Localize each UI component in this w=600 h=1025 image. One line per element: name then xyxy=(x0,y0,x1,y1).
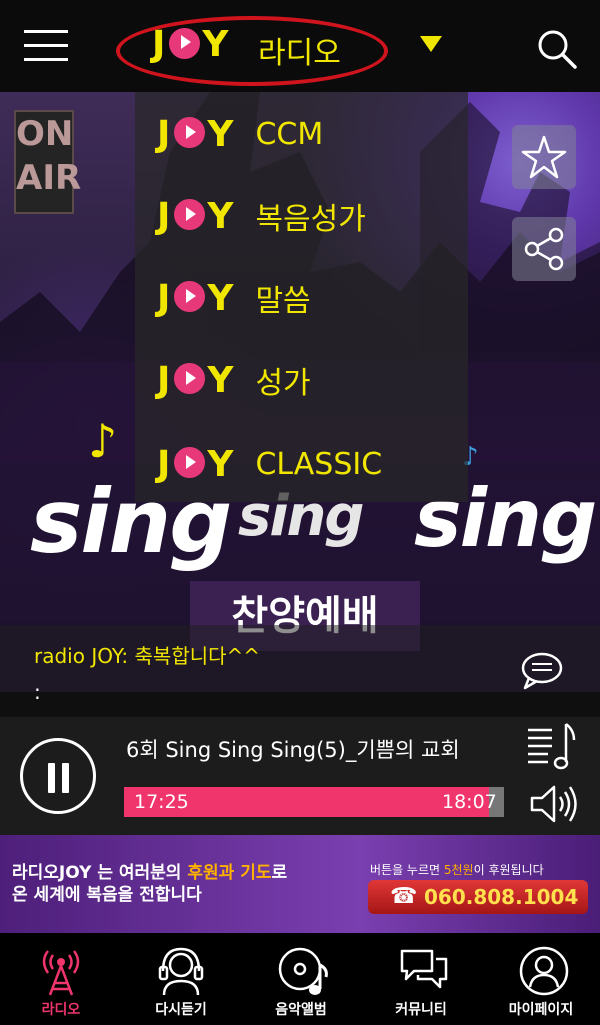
total-time: 18:07 xyxy=(442,791,497,813)
banner-note: 버튼을 누르면 5천원이 후원됩니다 xyxy=(370,861,544,878)
share-icon xyxy=(524,227,564,271)
banner-text: 버튼을 누르면 xyxy=(370,863,444,877)
brand-logo[interactable]: JY xyxy=(152,24,230,65)
tab-community[interactable]: 커뮤니티 xyxy=(366,933,476,1025)
channel-item-classic[interactable]: JY CLASSIC xyxy=(157,434,382,494)
tab-music-album[interactable]: 음악앨범 xyxy=(246,933,356,1025)
channel-dropdown: JY CCM JY 복음성가 JY 말씀 JY 성가 JY CLASSIC xyxy=(135,92,468,502)
phone-number: 060.808.1004 xyxy=(424,885,579,909)
brand-logo: JY xyxy=(157,359,236,401)
user-profile-icon xyxy=(519,946,569,996)
tab-label: 다시듣기 xyxy=(155,1002,207,1018)
chat-strip xyxy=(0,625,600,717)
phone-icon: ☎ xyxy=(390,884,418,909)
banner-text: 온 세계에 복음을 전합니다 xyxy=(12,885,202,905)
chat-message: radio JOY: 축복합니다^^ xyxy=(34,644,261,668)
channel-item-label: 성가 xyxy=(255,366,311,401)
search-icon[interactable] xyxy=(536,28,578,70)
banner-text: 라디오JOY 는 여러분의 xyxy=(12,863,188,883)
brand-logo: JY xyxy=(157,195,236,237)
tab-label: 마이페이지 xyxy=(508,1002,574,1018)
track-title: 6회 Sing Sing Sing(5)_기쁨의 교회 xyxy=(126,738,460,762)
brand-logo: JY xyxy=(157,443,236,485)
banner-highlight: 후원과 기도 xyxy=(187,863,272,883)
tab-label: 라디오 xyxy=(41,1002,81,1018)
dropdown-arrow-icon[interactable] xyxy=(420,36,442,52)
donate-call-button[interactable]: ☎ 060.808.1004 xyxy=(368,880,588,914)
banner-highlight: 5천원 xyxy=(443,863,474,877)
channel-item-label: 말씀 xyxy=(255,284,311,319)
brand-logo: JY xyxy=(157,277,236,319)
pause-button[interactable] xyxy=(20,738,96,814)
chat-bubble-icon[interactable] xyxy=(520,650,564,690)
channel-item-label: CCM xyxy=(255,116,324,152)
tab-my-page[interactable]: 마이페이지 xyxy=(486,933,596,1025)
music-album-icon xyxy=(278,947,328,995)
radio-tower-icon xyxy=(42,950,80,996)
tab-label: 커뮤니티 xyxy=(395,1002,447,1018)
banner-message: 라디오JOY 는 여러분의 후원과 기도로 온 세계에 복음을 전합니다 xyxy=(12,862,287,906)
channel-item-label: CLASSIC xyxy=(255,446,383,482)
music-note-icon: ♪ xyxy=(88,414,118,468)
headset-icon xyxy=(158,947,204,996)
banner-text: 로 xyxy=(271,863,288,883)
channel-title[interactable]: 라디오 xyxy=(258,28,341,72)
tab-replay[interactable]: 다시듣기 xyxy=(126,933,236,1025)
on-air-sign: ON AIR xyxy=(14,110,81,214)
channel-item-label: 복음성가 xyxy=(255,202,366,237)
tab-radio[interactable]: 라디오 xyxy=(6,933,116,1025)
banner-text: 이 후원됩니다 xyxy=(473,863,544,877)
current-time: 17:25 xyxy=(134,791,189,813)
channel-item-hymn[interactable]: JY 성가 xyxy=(157,350,311,410)
channel-item-sermon[interactable]: JY 말씀 xyxy=(157,268,311,328)
star-icon xyxy=(521,135,567,179)
bottom-tab-bar: 라디오 다시듣기 음악앨범 커뮤니티 마이페이지 xyxy=(0,933,600,1025)
playlist-icon[interactable] xyxy=(526,720,578,772)
chat-bubbles-icon xyxy=(400,949,448,989)
volume-icon[interactable] xyxy=(530,783,578,825)
brand-logo: JY xyxy=(157,113,236,155)
tab-label: 음악앨범 xyxy=(275,1002,327,1018)
channel-item-ccm[interactable]: JY CCM xyxy=(157,104,323,164)
chat-input[interactable]: : xyxy=(34,680,41,704)
favorite-button[interactable] xyxy=(512,125,576,189)
channel-item-gospel[interactable]: JY 복음성가 xyxy=(157,186,366,246)
share-button[interactable] xyxy=(512,217,576,281)
hamburger-menu-icon[interactable] xyxy=(24,30,68,62)
